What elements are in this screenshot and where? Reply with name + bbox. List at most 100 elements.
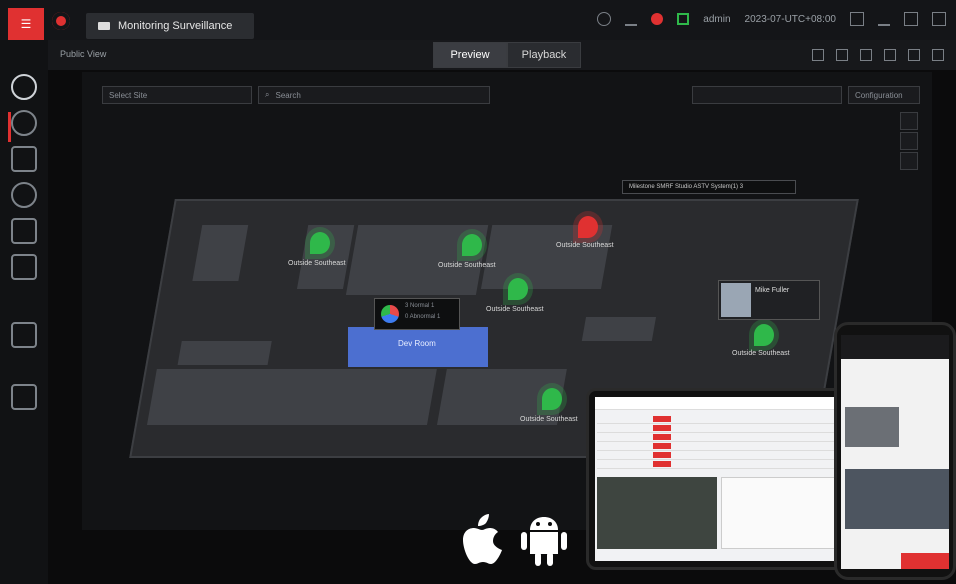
status-icon[interactable] [677,13,690,25]
popover-line2: 0 Abnormal 1 [405,314,441,320]
sidebar-item-alarm[interactable] [11,384,37,410]
person-name: Mike Fuller [755,287,790,294]
status-popover: 3 Normal 1 0 Abnormal 1 [374,298,460,330]
site-select-label: Select Site [109,90,148,100]
camera-pin-label: Outside Southeast [732,350,790,357]
sidebar-item-dashboard[interactable] [11,110,37,136]
camera-pin-alarm[interactable] [578,216,598,238]
popover-line1: 3 Normal 1 [405,303,435,309]
camera-pin[interactable] [754,324,774,346]
grid-icon[interactable] [836,49,848,61]
highlighted-room-label: Dev Room [398,339,436,348]
layer-button[interactable] [900,112,918,130]
zoom-button[interactable] [900,152,918,170]
sidebar-item-map[interactable] [11,74,37,100]
tablet-floorplan [721,477,841,549]
user-name[interactable]: admin [703,14,730,25]
datetime: 2023-07-UTC+08:00 [744,13,836,25]
status-badge [653,452,671,458]
window-tab[interactable]: Monitoring Surveillance [86,13,254,39]
table-row [597,451,837,460]
tab-preview[interactable]: Preview [433,42,507,68]
table-row [597,433,837,442]
apple-icon [463,514,502,564]
alarm-icon[interactable] [651,13,664,25]
table-row [597,415,837,424]
tablet-table [597,415,837,475]
camera-icon [98,22,110,30]
titlebar-icons: admin 2023-07-UTC+08:00 [597,12,946,26]
lock-icon[interactable] [850,12,864,26]
window-icon[interactable] [908,49,920,61]
configuration-label: Configuration [855,90,903,100]
left-sidebar [0,40,48,584]
camera-pin[interactable] [462,234,482,256]
split-icon[interactable] [860,49,872,61]
tablet-device [586,388,852,570]
mode-switch: Preview Playback [433,42,581,68]
camera-pin[interactable] [542,388,562,410]
phone-video [845,469,949,529]
android-icon [521,517,567,566]
layout-icon[interactable] [812,49,824,61]
camera-pin[interactable] [508,278,528,300]
sidebar-item-video[interactable] [11,254,37,280]
app-logo [52,12,70,30]
fullscreen-icon[interactable] [932,49,944,61]
room [177,341,272,365]
close-icon[interactable] [932,12,946,26]
settings-icon[interactable] [884,49,896,61]
table-row [597,442,837,451]
avatar [721,283,751,317]
maximize-icon[interactable] [904,12,918,26]
window-tab-title: Monitoring Surveillance [118,20,233,32]
layout-tools [812,49,944,61]
map-tooltip: Milestone SMRF Studio ASTV System(1) 3 [622,180,796,194]
phone-device [834,322,956,580]
room [146,369,437,425]
camera-pin-label: Outside Southeast [288,260,346,267]
donut-icon [381,305,399,323]
phone-icon[interactable] [597,12,612,26]
phone-screen [841,335,949,569]
camera-pin-label: Outside Southeast [556,242,614,249]
menu-button[interactable]: ☰ [8,8,44,40]
sidebar-item-person[interactable] [11,182,37,208]
active-marker [8,112,11,142]
view-name[interactable]: Public View [60,49,106,59]
minimize-icon[interactable] [878,12,890,26]
status-badge [653,443,671,449]
download-icon[interactable] [625,12,638,26]
locate-button[interactable] [900,132,918,150]
room [581,317,657,341]
sidebar-item-grid[interactable] [11,146,37,172]
sidebar-item-camera[interactable] [11,322,37,348]
status-badge [653,425,671,431]
camera-pin-label: Outside Southeast [520,416,578,423]
phone-snapshot [845,407,899,447]
camera-pin[interactable] [310,232,330,254]
camera-pin-label: Outside Southeast [438,262,496,269]
table-row [597,424,837,433]
person-card[interactable]: Mike Fuller [718,280,820,320]
table-row [597,460,837,469]
phone-header [841,335,949,359]
map-tooltip-text: Milestone SMRF Studio ASTV System(1) 3 [629,184,744,190]
tablet-video [597,477,717,549]
tab-playback[interactable]: Playback [507,42,581,68]
configuration-button[interactable]: Configuration [848,86,920,104]
tablet-header [595,397,843,410]
tablet-screen [595,397,843,561]
title-bar: ☰ Monitoring Surveillance admin 2023-07-… [0,0,956,40]
search-input[interactable]: ⌕ Search [258,86,490,104]
status-badge [653,461,671,467]
highlighted-room[interactable]: Dev Room [348,327,488,367]
search-placeholder: Search [275,90,301,100]
camera-pin-label: Outside Southeast [486,306,544,313]
site-select[interactable]: Select Site [102,86,252,104]
sidebar-item-face[interactable] [11,218,37,244]
map-toolbar [692,86,842,104]
status-badge [653,434,671,440]
room [192,225,249,281]
status-badge [653,416,671,422]
